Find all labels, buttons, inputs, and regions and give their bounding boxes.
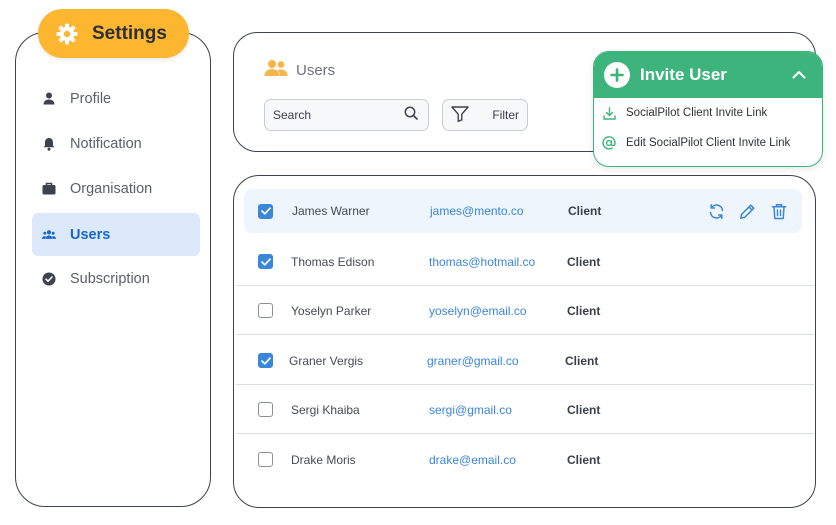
filter-button[interactable]: Filter [442,99,528,131]
filter-label: Filter [492,108,519,122]
gear-icon [54,21,80,47]
users-panel-title: Users [296,61,336,79]
invite-user-dropdown: Invite User SocialPilot Client Invite Li… [593,51,823,167]
edit-pencil-icon[interactable] [738,202,757,221]
row-divider [236,334,814,335]
settings-title: Settings [92,22,167,44]
sidebar-item-users[interactable]: Users [32,213,200,256]
plus-icon [604,62,630,88]
user-role: Client [567,303,601,318]
row-checkbox[interactable] [258,254,273,269]
table-row[interactable]: James Warner james@mento.co Client [244,189,802,233]
user-email[interactable]: thomas@hotmail.co [429,255,535,269]
search-input[interactable] [273,108,393,122]
sidebar-item-label: Organisation [70,180,153,197]
user-name: Drake Moris [291,452,356,467]
user-email[interactable]: drake@email.co [429,453,516,467]
sidebar-item-notification[interactable]: Notification [32,122,200,165]
user-name: James Warner [292,204,370,218]
settings-header: Settings [38,9,189,58]
sidebar-item-label: Profile [70,90,112,107]
user-role: Client [567,452,601,467]
user-email[interactable]: james@mento.co [430,204,524,218]
invite-option-label: Edit SocialPilot Client Invite Link [626,137,791,149]
at-sign-icon [602,136,616,150]
invite-user-label: Invite User [640,65,727,84]
sidebar-item-label: Notification [70,135,142,152]
client-invite-link-option[interactable]: SocialPilot Client Invite Link [594,98,822,128]
users-group-icon [264,59,288,81]
table-row[interactable]: Yoselyn Parker yoselyn@email.co Client [234,286,814,335]
person-icon [42,92,56,106]
user-email[interactable]: yoselyn@email.co [429,304,527,318]
user-role: Client [565,353,599,368]
search-field[interactable] [264,99,429,131]
row-actions [707,202,788,221]
filter-funnel-icon [451,105,469,125]
row-divider [236,433,814,434]
table-row[interactable]: Thomas Edison thomas@hotmail.co Client [234,237,814,286]
bell-icon [42,137,56,151]
user-name: Sergi Khaiba [291,402,360,417]
row-checkbox[interactable] [258,303,273,318]
check-circle-icon [42,272,56,286]
briefcase-icon [42,182,56,196]
user-name: Thomas Edison [291,254,375,269]
row-checkbox[interactable] [258,452,273,467]
user-name: Graner Vergis [289,353,364,368]
chevron-up-icon[interactable] [792,66,806,84]
table-row[interactable]: Graner Vergis graner@gmail.co Client [234,336,814,385]
sidebar-item-label: Users [70,226,111,243]
table-row[interactable]: Drake Moris drake@email.co Client [234,435,814,484]
sidebar-item-organisation[interactable]: Organisation [32,167,200,210]
sidebar-item-profile[interactable]: Profile [32,77,200,120]
users-icon [42,228,56,242]
user-role: Client [567,402,601,417]
table-row[interactable]: Sergi Khaiba sergi@gmail.co Client [234,385,814,434]
user-role: Client [567,254,601,269]
invite-user-button[interactable]: Invite User [594,52,822,98]
user-role: Client [568,204,602,218]
user-email[interactable]: sergi@gmail.co [429,403,512,417]
row-checkbox[interactable] [258,203,273,219]
refresh-icon[interactable] [707,202,726,221]
row-checkbox[interactable] [258,402,273,417]
sidebar-item-subscription[interactable]: Subscription [32,257,200,300]
row-checkbox[interactable] [258,353,273,368]
search-icon[interactable] [404,106,418,125]
users-panel-header: Users [264,59,335,81]
user-name: Yoselyn Parker [291,303,372,318]
download-icon [602,106,616,120]
invite-option-label: SocialPilot Client Invite Link [626,107,768,119]
sidebar-item-label: Subscription [70,270,150,287]
user-email[interactable]: graner@gmail.co [427,354,519,368]
edit-invite-link-option[interactable]: Edit SocialPilot Client Invite Link [594,128,822,158]
trash-icon[interactable] [769,202,788,221]
